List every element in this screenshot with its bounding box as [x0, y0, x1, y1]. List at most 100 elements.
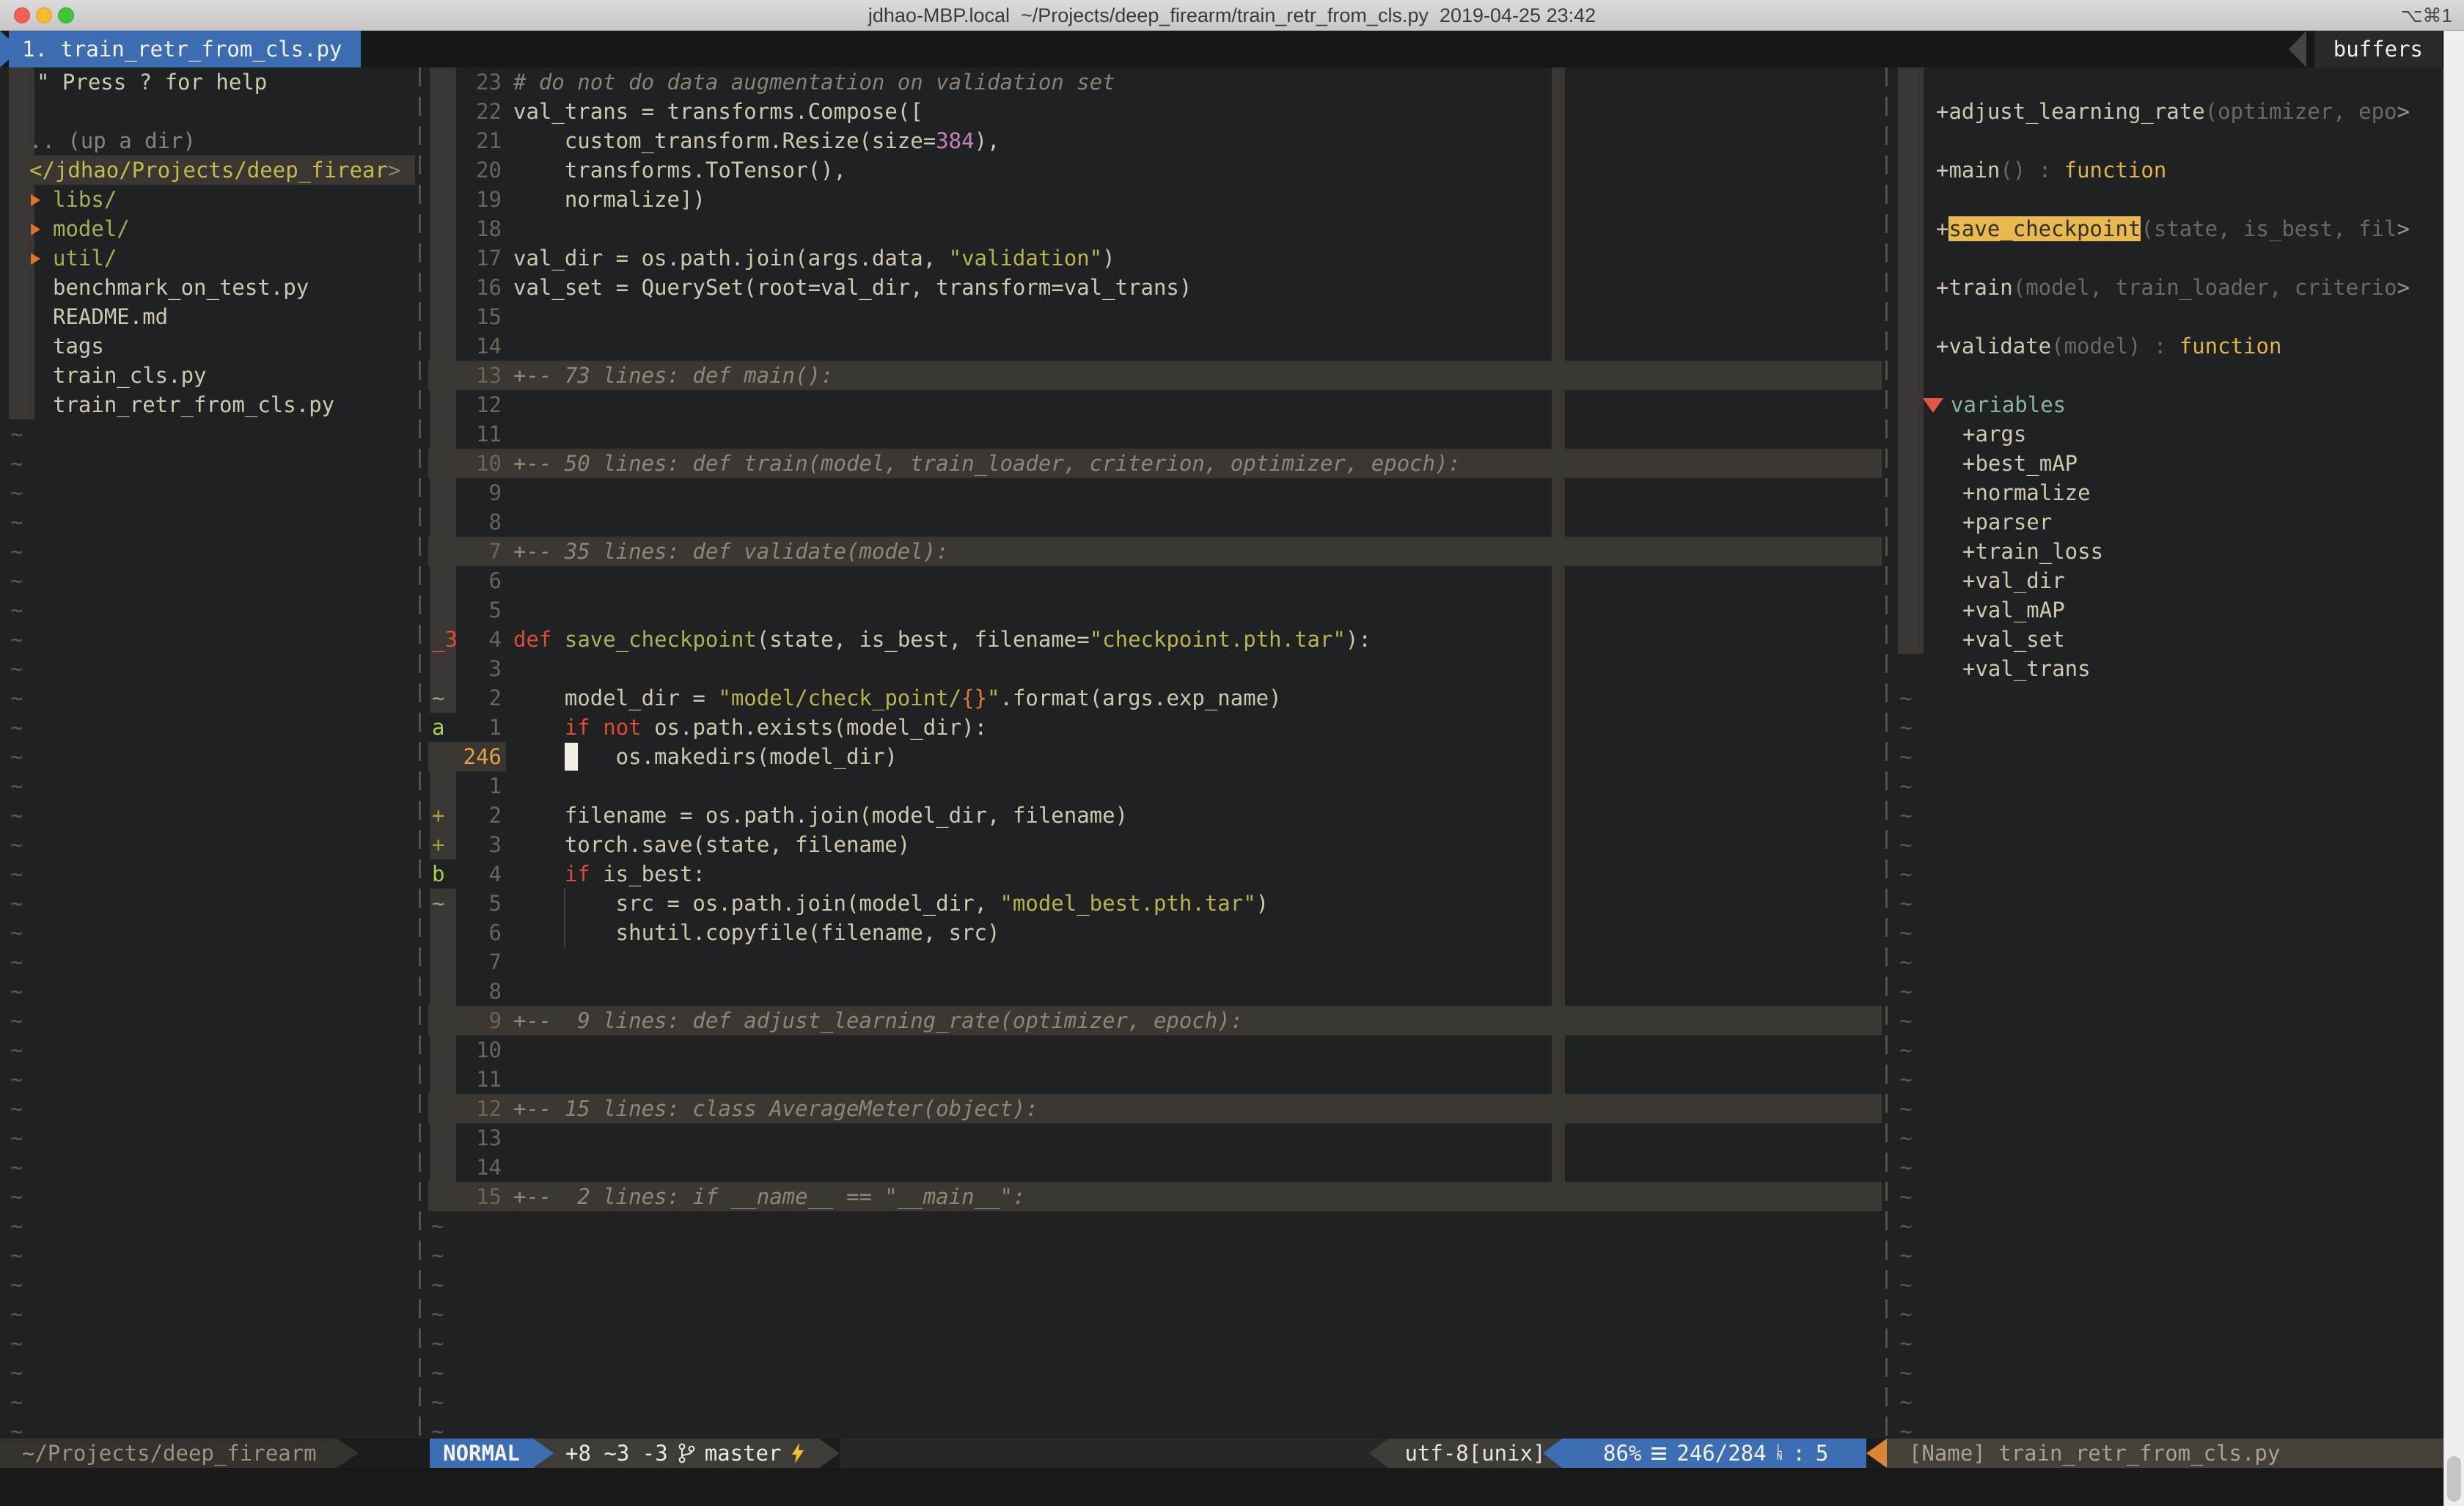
code-line[interactable]: 17val_dir = os.path.join(args.data, "val… [428, 243, 1882, 273]
tagbar-blank [1895, 67, 2442, 97]
nerdtree-dir-item[interactable]: libs/ [9, 185, 415, 214]
vim-command-line[interactable] [0, 1468, 2443, 1506]
tagbar-section-header[interactable]: variables [1895, 390, 2442, 419]
line-number: 6 [456, 918, 502, 947]
window-separator[interactable] [419, 67, 421, 1439]
code-line-blank: 14 [428, 1153, 1882, 1182]
line-number-glyph-icon: LN [1777, 1445, 1783, 1461]
gutter-sign-glyph: _3 [432, 627, 458, 652]
nerdtree-file-item[interactable]: tags [9, 331, 415, 361]
tagbar-tag-item[interactable]: +val_set [1895, 625, 2442, 654]
nerdtree-file-item[interactable]: train_cls.py [9, 361, 415, 390]
code-line[interactable]: ~5 src = os.path.join(model_dir, "model_… [428, 889, 1882, 918]
empty-line-tilde: ~ [9, 1387, 415, 1417]
code-line[interactable]: 22val_trans = transforms.Compose([ [428, 97, 1882, 126]
nerdtree-file-item[interactable]: benchmark_on_test.py [9, 273, 415, 302]
folded-code-line[interactable]: 10+-- 50 lines: def train(model, train_l… [428, 449, 1882, 478]
tagbar-tag-item[interactable]: +parser [1895, 507, 2442, 537]
git-hunks: +8 ~3 -3 [565, 1439, 668, 1468]
nerdtree-dir-item[interactable]: util/ [9, 243, 415, 273]
line-number: 4 [456, 625, 502, 654]
tagbar-tag-item[interactable]: +val_trans [1895, 654, 2442, 683]
nerdtree-dir-name: util/ [53, 243, 117, 273]
tagbar-tag-item[interactable]: +validate(model) : function [1895, 331, 2442, 361]
statusline-git-segment: +8 ~3 -3 master [533, 1439, 819, 1468]
empty-line-tilde: ~ [1895, 713, 2442, 742]
fold-summary-text[interactable]: +-- 50 lines: def train(model, train_loa… [513, 449, 1461, 478]
code-line[interactable]: 246 os.makedirs(model_dir) [428, 742, 1882, 771]
code-line[interactable]: ~2 model_dir = "model/check_point/{}".fo… [428, 683, 1882, 713]
code-line[interactable]: _34def save_checkpoint(state, is_best, f… [428, 625, 1882, 654]
code-line[interactable]: b4 if is_best: [428, 859, 1882, 889]
empty-line-tilde: ~ [1895, 742, 2442, 771]
nerdtree-file-item[interactable]: README.md [9, 302, 415, 331]
empty-line-tilde: ~ [9, 1182, 415, 1211]
folded-code-line[interactable]: 9+-- 9 lines: def adjust_learning_rate(o… [428, 1006, 1882, 1035]
nerdtree-dir-item[interactable]: model/ [9, 214, 415, 243]
chevron-right-icon [31, 253, 40, 265]
empty-line-tilde: ~ [9, 889, 415, 918]
code-line[interactable]: 20 transforms.ToTensor(), [428, 155, 1882, 185]
code-line-blank: 18 [428, 214, 1882, 243]
line-number: 3 [456, 830, 502, 859]
tag-variable-name: +parser [1962, 507, 2052, 537]
empty-line-tilde: ~ [9, 1211, 415, 1241]
empty-line-tilde: ~ [9, 478, 415, 507]
window-separator[interactable] [1885, 67, 1888, 1439]
line-number: 7 [456, 947, 502, 977]
code-line[interactable]: 21 custom_transform.Resize(size=384), [428, 126, 1882, 155]
empty-line-tilde: ~ [9, 742, 415, 771]
nerdtree-file-item[interactable]: train_retr_from_cls.py [9, 390, 415, 419]
nerdtree-root[interactable]: </jdhao/Projects/deep_firear> [9, 155, 415, 185]
code-line-blank: 9 [428, 478, 1882, 507]
tag-variable-name: +train_loss [1962, 537, 2103, 566]
code-window[interactable]: 23# do not do data augmentation on valid… [428, 67, 1882, 1439]
empty-line-tilde: ~ [1895, 1153, 2442, 1182]
empty-line-tilde: ~ [9, 595, 415, 625]
fold-summary-text[interactable]: +-- 2 lines: if __name__ == "__main__": [513, 1182, 1025, 1211]
powerline-arrow-orange-icon [1866, 1439, 1887, 1468]
code-line[interactable]: +3 torch.save(state, filename) [428, 830, 1882, 859]
empty-line-tilde: ~ [1895, 1241, 2442, 1270]
folded-code-line[interactable]: 13+-- 73 lines: def main(): [428, 361, 1882, 390]
tagbar-tag-item[interactable]: +best_mAP [1895, 449, 2442, 478]
folded-code-line[interactable]: 15+-- 2 lines: if __name__ == "__main__"… [428, 1182, 1882, 1211]
empty-line-tilde: ~ [9, 977, 415, 1006]
nerdtree-sidebar[interactable]: " Press ? for help.. (up a dir)</jdhao/P… [9, 67, 415, 1439]
code-line[interactable]: 19 normalize]) [428, 185, 1882, 214]
powerline-arrow-icon [819, 1439, 840, 1468]
tagbar-tag-item[interactable]: +main() : function [1895, 155, 2442, 185]
code-line[interactable]: +2 filename = os.path.join(model_dir, fi… [428, 801, 1882, 830]
tab-active[interactable]: 1. train_retr_from_cls.py [9, 31, 361, 67]
column-position: 5 [1816, 1439, 1828, 1468]
tagbar-tag-item[interactable]: +save_checkpoint(state, is_best, fil> [1895, 214, 2442, 243]
folded-code-line[interactable]: 7+-- 35 lines: def validate(model): [428, 537, 1882, 566]
terminal-screen: { "colors": { "editor_bg": "#1f2123", "p… [0, 0, 2464, 1506]
tagbar-tag-item[interactable]: +adjust_learning_rate(optimizer, epo> [1895, 97, 2442, 126]
code-line[interactable]: 16val_set = QuerySet(root=val_dir, trans… [428, 273, 1882, 302]
tagbar-tag-item[interactable]: +train(model, train_loader, criterio> [1895, 273, 2442, 302]
tagbar-tag-item[interactable]: +normalize [1895, 478, 2442, 507]
fold-summary-text[interactable]: +-- 9 lines: def adjust_learning_rate(op… [513, 1006, 1243, 1035]
nerdtree-dir-name: libs/ [53, 185, 117, 214]
nerdtree-file-name: train_retr_from_cls.py [53, 390, 334, 419]
empty-line-tilde: ~ [9, 1417, 415, 1439]
tagbar-tag-item[interactable]: +val_mAP [1895, 595, 2442, 625]
fold-summary-text[interactable]: +-- 35 lines: def validate(model): [513, 537, 949, 566]
code-line[interactable]: 23# do not do data augmentation on valid… [428, 67, 1882, 97]
line-number: 11 [456, 419, 502, 449]
code-line[interactable]: 6 shutil.copyfile(filename, src) [428, 918, 1882, 947]
folded-code-line[interactable]: 12+-- 15 lines: class AverageMeter(objec… [428, 1094, 1882, 1123]
scrollbar-thumb[interactable] [2447, 1456, 2461, 1502]
code-line[interactable]: a1 if not os.path.exists(model_dir): [428, 713, 1882, 742]
tagbar-tag-item[interactable]: +train_loss [1895, 537, 2442, 566]
nerdtree-updir[interactable]: .. (up a dir) [9, 126, 415, 155]
tagbar-tag-item[interactable]: +args [1895, 419, 2442, 449]
gutter-mark-sign: b [430, 859, 456, 889]
fold-summary-text[interactable]: +-- 15 lines: class AverageMeter(object)… [513, 1094, 1038, 1123]
line-number: 1 [456, 771, 502, 801]
tagbar-tag-item[interactable]: +val_dir [1895, 566, 2442, 595]
fold-summary-text[interactable]: +-- 73 lines: def main(): [513, 361, 834, 390]
tagbar-sidebar[interactable]: +adjust_learning_rate(optimizer, epo> +ma… [1895, 67, 2442, 1439]
buffers-label[interactable]: buffers [2314, 31, 2442, 67]
